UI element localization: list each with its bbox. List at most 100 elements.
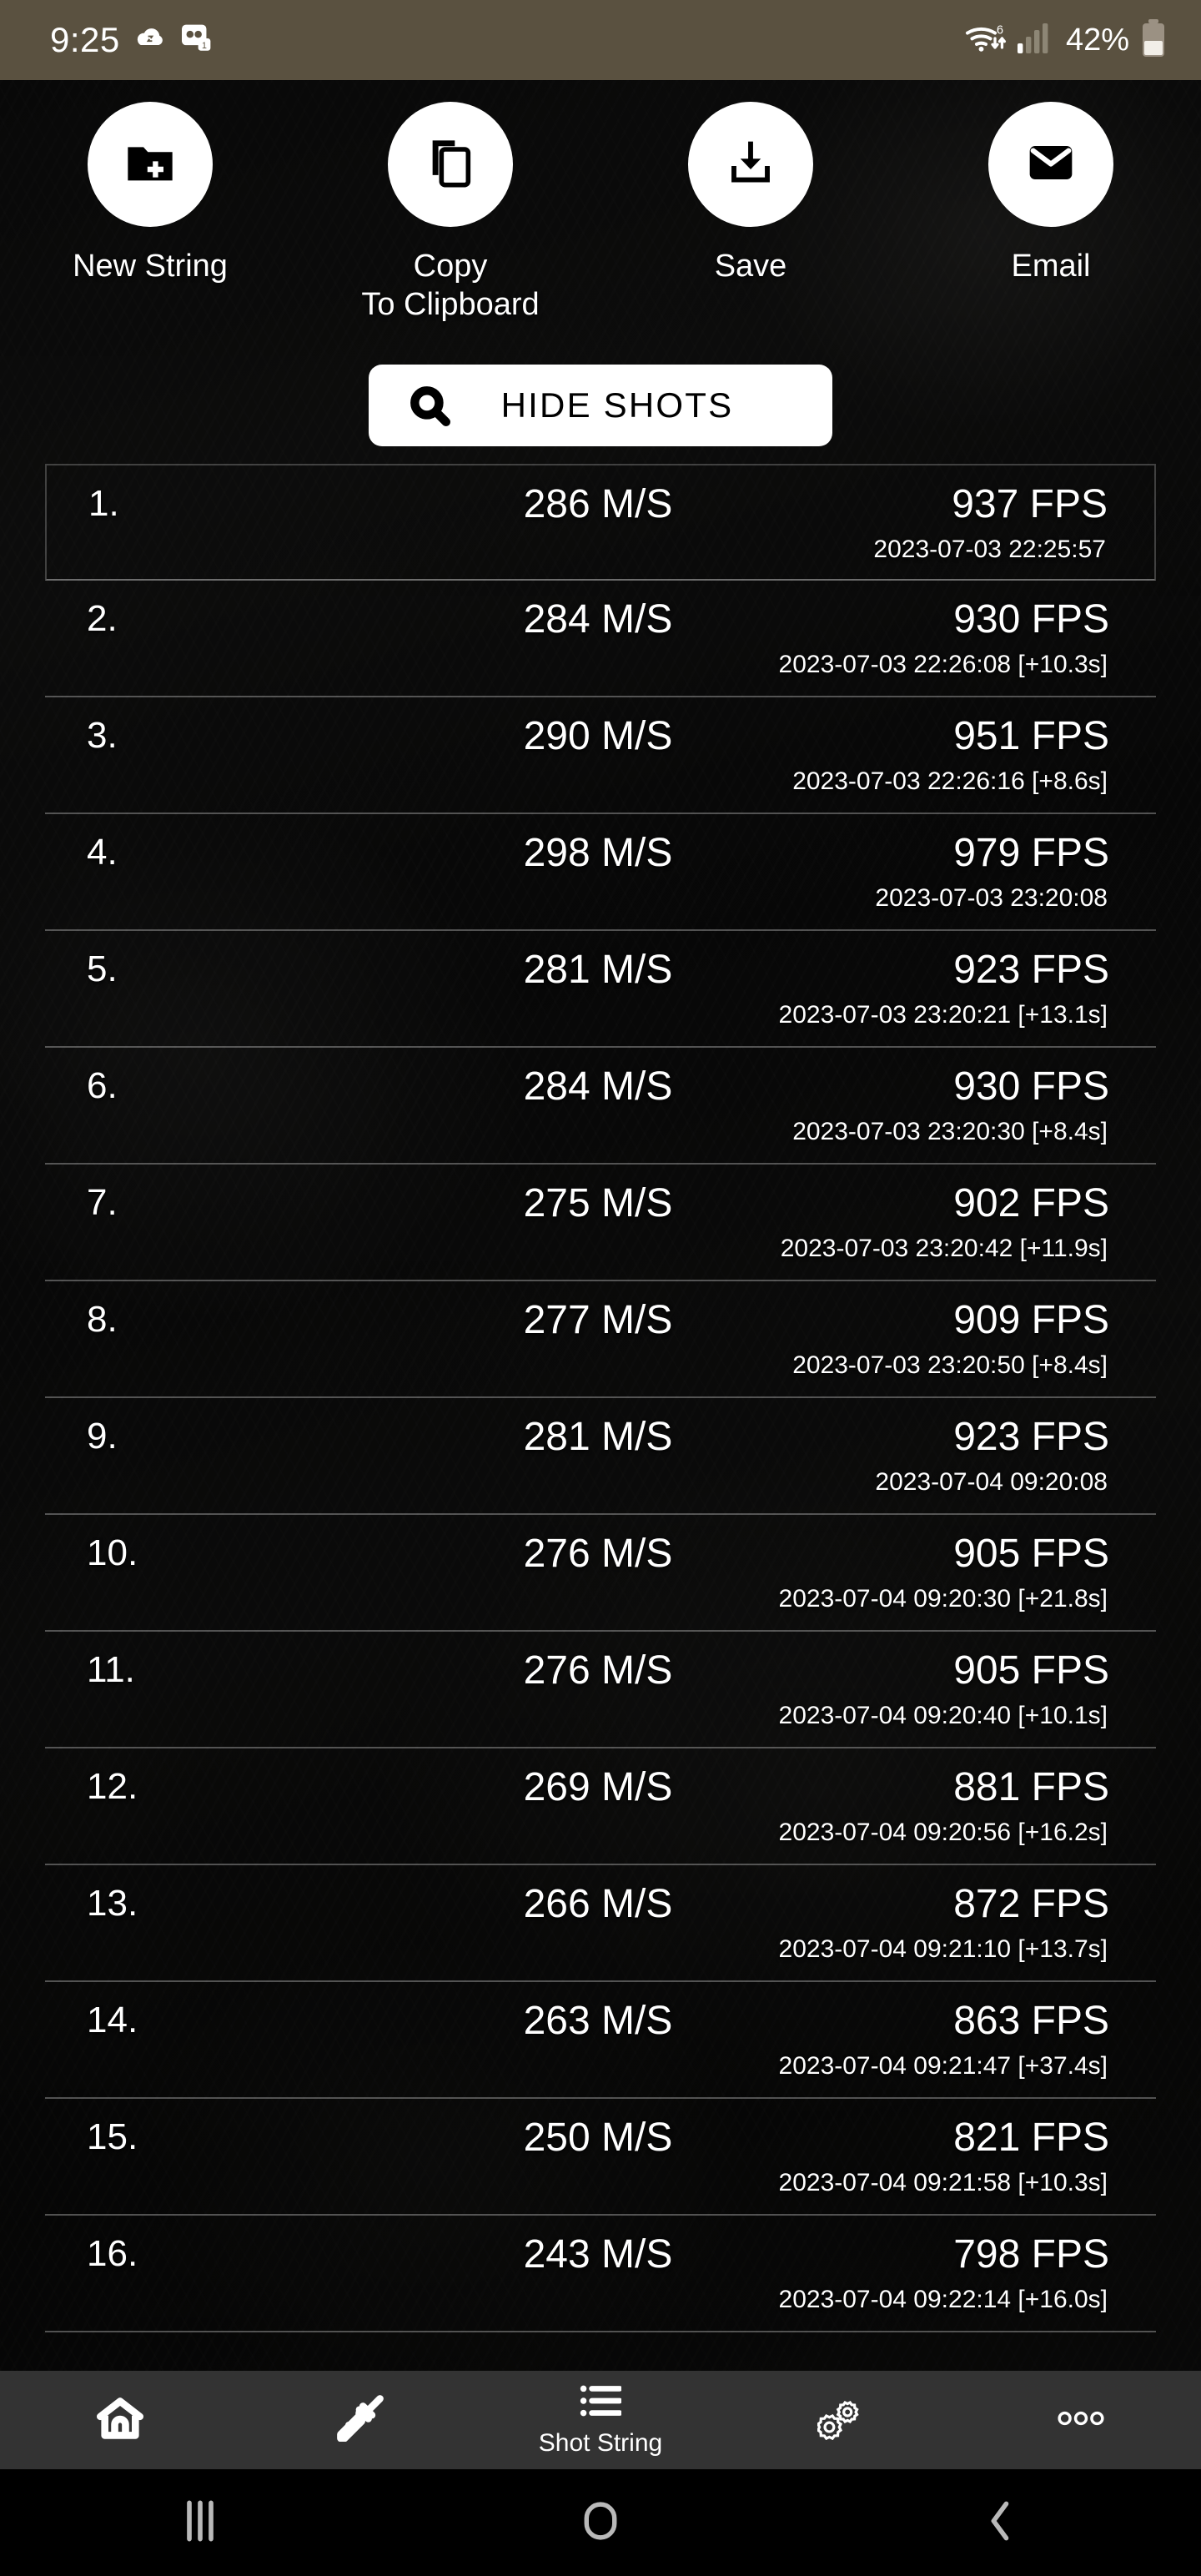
- bottom-navigation: Shot String: [0, 2371, 1201, 2469]
- save-button[interactable]: Save: [600, 102, 901, 344]
- shot-row-main: 15. 250 M/S 821 FPS: [87, 2099, 1109, 2176]
- shot-row[interactable]: 3. 290 M/S 951 FPS 2023-07-03 22:26:16 [+8.…: [45, 697, 1156, 814]
- status-clock: 9:25: [50, 20, 120, 59]
- save-circle[interactable]: [688, 102, 813, 227]
- shot-row[interactable]: 12. 269 M/S 881 FPS 2023-07-04 09:20:56 [+1…: [45, 1748, 1156, 1865]
- cloud-sync-icon: [133, 25, 167, 56]
- shot-row-main: 11. 276 M/S 905 FPS: [87, 1632, 1109, 1708]
- shot-row[interactable]: 13. 266 M/S 872 FPS 2023-07-04 09:21:10 [+1…: [45, 1865, 1156, 1982]
- shot-row-main: 14. 263 M/S 863 FPS: [87, 1982, 1109, 2059]
- shot-row[interactable]: 9. 281 M/S 923 FPS 2023-07-04 09:20:08: [45, 1398, 1156, 1515]
- gears-icon: [816, 2397, 864, 2444]
- shot-speed-ms: 290 M/S: [523, 713, 673, 758]
- new-string-circle[interactable]: [88, 102, 213, 227]
- hide-shots-button[interactable]: HIDE SHOTS: [369, 365, 832, 446]
- shot-row[interactable]: 8. 277 M/S 909 FPS 2023-07-03 23:20:50 [+8.…: [45, 1281, 1156, 1398]
- shot-row-main: 1. 286 M/S 937 FPS: [88, 465, 1108, 542]
- svg-text:6: 6: [997, 23, 1003, 37]
- shot-row[interactable]: 14. 263 M/S 863 FPS 2023-07-04 09:21:47 [+3…: [45, 1982, 1156, 2099]
- shot-row-main: 8. 277 M/S 909 FPS: [87, 1281, 1109, 1358]
- email-button[interactable]: Email: [901, 102, 1201, 344]
- search-icon: [409, 385, 450, 426]
- shot-row-main: 2. 284 M/S 930 FPS: [87, 581, 1109, 657]
- nav-item-settings[interactable]: [721, 2371, 961, 2469]
- recents-button[interactable]: [0, 2469, 400, 2576]
- shot-row[interactable]: 15. 250 M/S 821 FPS 2023-07-04 09:21:58 [+1…: [45, 2099, 1156, 2216]
- copy-to-clipboard-button[interactable]: Copy To Clipboard: [300, 102, 600, 344]
- shot-speed-ms: 266 M/S: [523, 1881, 673, 1926]
- shot-speed-ms: 263 M/S: [523, 1998, 673, 2043]
- back-icon: [984, 2499, 1018, 2547]
- shot-row-main: 5. 281 M/S 923 FPS: [87, 931, 1109, 1008]
- shot-row-main: 10. 276 M/S 905 FPS: [87, 1515, 1109, 1592]
- download-icon: [724, 136, 777, 194]
- shot-row[interactable]: 11. 276 M/S 905 FPS 2023-07-04 09:20:40 [+1…: [45, 1632, 1156, 1748]
- shot-row-main: 16. 243 M/S 798 FPS: [87, 2216, 1109, 2292]
- shot-row[interactable]: 1. 286 M/S 937 FPS 2023-07-03 22:25:57: [45, 464, 1156, 581]
- shot-speed-ms: 286 M/S: [523, 481, 673, 526]
- nav-item-more[interactable]: [961, 2371, 1201, 2469]
- shot-speed-ms: 276 M/S: [523, 1531, 673, 1576]
- shot-speed-ms: 281 M/S: [523, 1414, 673, 1459]
- status-bar-right: 6 42%: [964, 19, 1164, 61]
- hide-shots-label: HIDE SHOTS: [500, 385, 734, 425]
- shot-speed-ms: 277 M/S: [523, 1297, 673, 1342]
- email-circle[interactable]: [988, 102, 1113, 227]
- copy-icon: [424, 136, 477, 194]
- new-string-label: New String: [73, 249, 228, 284]
- shot-row[interactable]: 6. 284 M/S 930 FPS 2023-07-03 23:20:30 [+8.…: [45, 1048, 1156, 1165]
- more-dots-icon: [1058, 2409, 1104, 2432]
- copy-to-clipboard-label: Copy To Clipboard: [361, 247, 539, 324]
- back-button[interactable]: [801, 2469, 1201, 2576]
- copy-label-line2: To Clipboard: [361, 287, 540, 322]
- copy-to-clipboard-circle[interactable]: [388, 102, 513, 227]
- shot-row-main: 3. 290 M/S 951 FPS: [87, 697, 1109, 774]
- nav-item-rifle[interactable]: [240, 2371, 480, 2469]
- shot-row[interactable]: 7. 275 M/S 902 FPS 2023-07-03 23:20:42 [+11…: [45, 1165, 1156, 1281]
- svg-text:1: 1: [202, 41, 207, 51]
- shot-row-main: 12. 269 M/S 881 FPS: [87, 1748, 1109, 1825]
- app-screen: 9:25 1 6 42% New String Copy To Clipboar…: [0, 0, 1201, 2576]
- shot-row[interactable]: 5. 281 M/S 923 FPS 2023-07-03 23:20:21 [+13…: [45, 931, 1156, 1048]
- action-bar: New String Copy To Clipboard Save Email: [0, 102, 1201, 344]
- cellular-signal-icon: [1017, 23, 1051, 58]
- shot-speed-ms: 275 M/S: [523, 1180, 673, 1225]
- shot-row[interactable]: 16. 243 M/S 798 FPS 2023-07-04 09:22:14 [+1…: [45, 2216, 1156, 2332]
- shot-row-main: 6. 284 M/S 930 FPS: [87, 1048, 1109, 1124]
- shot-row-main: 7. 275 M/S 902 FPS: [87, 1165, 1109, 1241]
- shot-speed-ms: 284 M/S: [523, 596, 673, 641]
- home-icon: [97, 2397, 143, 2444]
- nav-item-home[interactable]: [0, 2371, 240, 2469]
- shot-row[interactable]: 2. 284 M/S 930 FPS 2023-07-03 22:26:08 [+10…: [45, 581, 1156, 697]
- battery-percent: 42%: [1065, 22, 1129, 58]
- wifi-6-icon: 6: [964, 20, 1008, 61]
- nav-item-shot-string[interactable]: Shot String: [480, 2371, 721, 2469]
- shot-speed-ms: 250 M/S: [523, 2115, 673, 2160]
- status-bar: 9:25 1 6 42%: [0, 0, 1201, 80]
- shot-speed-ms: 298 M/S: [523, 830, 673, 875]
- shot-speed-ms: 281 M/S: [523, 947, 673, 992]
- home-circle-icon: [581, 2499, 620, 2547]
- system-navigation-bar: [0, 2469, 1201, 2576]
- shot-list[interactable]: 1. 286 M/S 937 FPS 2023-07-03 22:25:57 2. 284…: [0, 464, 1201, 2371]
- copy-label-line1: Copy: [413, 249, 488, 284]
- nav-label-shot-string: Shot String: [538, 2428, 663, 2457]
- home-button[interactable]: [400, 2469, 801, 2576]
- battery-icon: [1143, 19, 1164, 57]
- shot-row[interactable]: 4. 298 M/S 979 FPS 2023-07-03 23:20:08: [45, 814, 1156, 931]
- shot-row-main: 4. 298 M/S 979 FPS: [87, 814, 1109, 891]
- save-label: Save: [714, 249, 787, 284]
- list-icon: [580, 2383, 623, 2423]
- new-string-button[interactable]: New String: [0, 102, 300, 344]
- shot-row-main: 9. 281 M/S 923 FPS: [87, 1398, 1109, 1475]
- shot-row[interactable]: 10. 276 M/S 905 FPS 2023-07-04 09:20:30 [+2…: [45, 1515, 1156, 1632]
- recents-icon: [182, 2499, 219, 2547]
- shot-speed-ms: 284 M/S: [523, 1064, 673, 1109]
- rifle-icon: [335, 2394, 385, 2446]
- envelope-icon: [1024, 136, 1078, 194]
- email-label: Email: [1011, 249, 1091, 284]
- folder-plus-icon: [123, 136, 177, 194]
- voicemail-icon: 1: [180, 23, 214, 58]
- shot-speed-ms: 276 M/S: [523, 1648, 673, 1693]
- shot-speed-ms: 269 M/S: [523, 1764, 673, 1809]
